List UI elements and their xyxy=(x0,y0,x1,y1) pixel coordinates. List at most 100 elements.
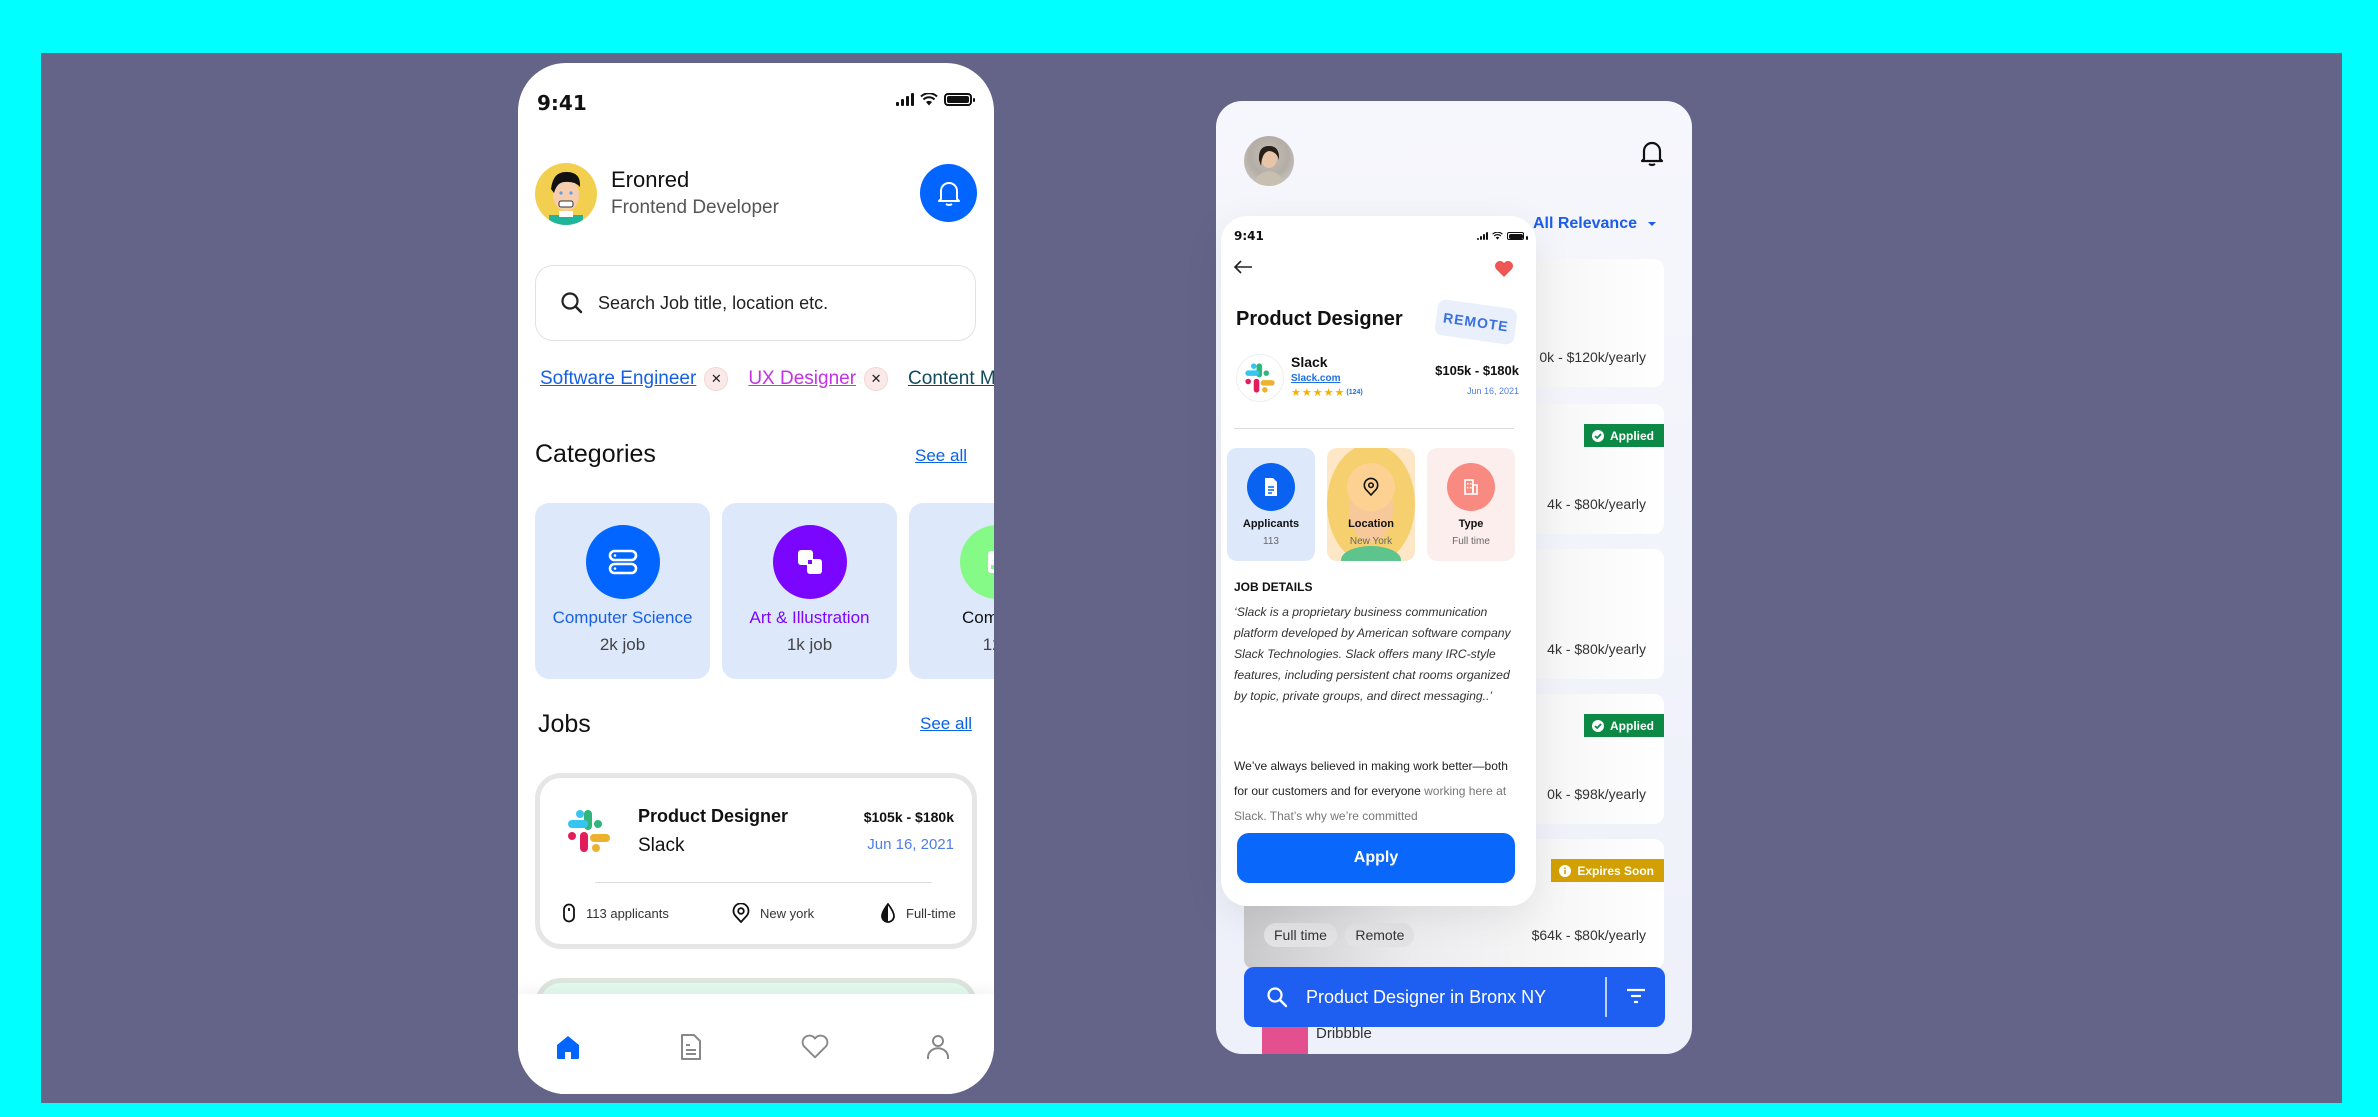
divider xyxy=(1234,428,1514,429)
shapes-icon xyxy=(772,525,847,599)
favorite-heart-icon[interactable] xyxy=(1494,260,1514,278)
notifications-button[interactable] xyxy=(1640,139,1664,172)
rating-stars: ★ ★ ★ ★ ★ (124) xyxy=(1291,386,1363,399)
tab-documents[interactable] xyxy=(676,1032,706,1062)
job-detail-phone: 9:41 Product Designer REMOTE Slack Slack… xyxy=(1221,216,1536,906)
back-arrow-icon[interactable] xyxy=(1233,260,1253,274)
building-icon xyxy=(1447,463,1495,511)
signal-icon xyxy=(1477,232,1488,240)
chip-software-engineer[interactable]: Software Engineer xyxy=(540,368,696,390)
status-icons xyxy=(1477,232,1528,240)
document-icon xyxy=(681,1034,701,1060)
apply-button[interactable]: Apply xyxy=(1237,833,1515,883)
tab-favorites[interactable] xyxy=(800,1032,830,1062)
notifications-button[interactable] xyxy=(920,164,977,222)
user-icon xyxy=(927,1035,949,1059)
job-search-bar[interactable]: Product Designer in Bronx NY xyxy=(1244,967,1665,1027)
caret-down-icon xyxy=(1648,222,1656,226)
chip-content[interactable]: Content M xyxy=(908,368,994,390)
job-salary: 0k - $98k/yearly xyxy=(1547,786,1646,802)
remote-tag: REMOTE xyxy=(1433,298,1519,346)
star-icon: ★ xyxy=(1323,387,1334,399)
check-circle-icon xyxy=(1592,719,1604,732)
close-icon[interactable]: ✕ xyxy=(704,367,729,391)
job-location: New york xyxy=(760,905,815,921)
user-role: Frontend Developer xyxy=(611,197,779,218)
applied-badge: Applied xyxy=(1584,424,1664,447)
job-tags: Full time Remote xyxy=(1264,923,1418,947)
jobs-title: Jobs xyxy=(538,710,591,738)
job-company: Slack xyxy=(638,835,685,856)
user-avatar[interactable] xyxy=(535,163,597,225)
job-salary: $105k - $180k xyxy=(863,809,954,825)
category-count: 12k xyxy=(982,635,994,654)
job-title: Product Designer xyxy=(638,806,789,826)
filter-icon[interactable] xyxy=(1625,987,1647,1005)
wifi-icon xyxy=(1492,232,1503,240)
device-icon xyxy=(959,525,994,599)
bottom-tab-bar xyxy=(518,994,994,1094)
category-name: Computer Science xyxy=(552,608,693,627)
home-icon xyxy=(557,1036,579,1059)
job-type: Full-time xyxy=(906,905,956,921)
company-description: ‘Slack is a proprietary business communi… xyxy=(1234,605,1511,703)
job-card[interactable]: Product Designer Slack $105k - $180k Jun… xyxy=(535,773,977,949)
job-salary: 0k - $120k/yearly xyxy=(1539,349,1646,365)
applicants-count: 113 applicants xyxy=(586,905,669,921)
stat-value: 113 xyxy=(1263,536,1279,547)
category-name: Art & Illustration xyxy=(749,608,870,627)
job-search-input[interactable]: Search Job title, location etc. xyxy=(535,265,976,341)
star-icon: ★ xyxy=(1312,387,1323,399)
status-bar: 9:41 xyxy=(518,63,994,123)
category-card-computer[interactable]: Compute 12k xyxy=(909,503,994,679)
server-icon xyxy=(585,525,660,599)
category-card-computer-science[interactable]: Computer Science 2k job xyxy=(535,503,710,679)
company-website-link[interactable]: Slack.com xyxy=(1291,373,1340,384)
categories-see-all-link[interactable]: See all xyxy=(915,446,967,466)
home-screen-phone: 9:41 Eronred Frontend Developer Search J… xyxy=(518,63,994,1094)
stat-label: Location xyxy=(1348,518,1394,530)
heart-icon xyxy=(801,1034,829,1059)
stat-label: Type xyxy=(1458,518,1484,530)
job-title: Product Designer xyxy=(1236,308,1403,330)
profile-header: Eronred Frontend Developer xyxy=(535,163,977,225)
tab-home[interactable] xyxy=(553,1032,583,1062)
user-name: Eronred xyxy=(611,167,690,192)
tab-profile[interactable] xyxy=(923,1032,953,1062)
company-name: Dribbble xyxy=(1316,1025,1372,1042)
info-icon xyxy=(1559,864,1572,877)
job-salary: $64k - $80k/yearly xyxy=(1531,927,1646,943)
category-card-art-illustration[interactable]: Art & Illustration 1k job xyxy=(722,503,897,679)
battery-icon xyxy=(944,93,975,106)
search-placeholder: Search Job title, location etc. xyxy=(598,292,829,313)
signal-icon xyxy=(896,93,914,106)
chip-ux-designer[interactable]: UX Designer xyxy=(748,368,856,390)
sort-label: All Relevance xyxy=(1532,215,1637,232)
location-pin-icon xyxy=(732,903,750,923)
search-value: Product Designer in Bronx NY xyxy=(1306,986,1547,1007)
stat-tile-applicants: Applicants 113 xyxy=(1227,448,1315,561)
close-icon[interactable]: ✕ xyxy=(864,367,889,391)
status-time: 9:41 xyxy=(1234,229,1264,243)
divider xyxy=(595,882,932,883)
applied-badge: Applied xyxy=(1584,714,1664,737)
job-salary: 4k - $80k/yearly xyxy=(1547,641,1646,657)
star-icon: ★ xyxy=(1301,387,1312,399)
slack-logo-icon xyxy=(1245,363,1275,393)
category-name: Compute xyxy=(962,608,994,627)
location-meta: New york xyxy=(732,903,814,923)
user-photo-avatar[interactable] xyxy=(1244,136,1294,186)
search-icon xyxy=(561,292,583,314)
company-name: Slack xyxy=(1291,354,1328,370)
category-carousel: Computer Science 2k job Art & Illustrati… xyxy=(535,503,994,679)
job-salary: $105k - $180k xyxy=(1435,363,1519,378)
applicants-meta: 113 applicants xyxy=(562,903,669,923)
stat-label: Applicants xyxy=(1242,518,1300,530)
bell-icon xyxy=(1640,141,1664,167)
category-count: 1k job xyxy=(786,635,833,654)
slack-logo-icon xyxy=(568,810,610,852)
job-details-heading: JOB DETAILS xyxy=(1234,580,1313,594)
sort-dropdown[interactable]: All Relevance xyxy=(1533,215,1657,233)
jobs-see-all-link[interactable]: See all xyxy=(920,714,972,734)
type-meta: Full-time xyxy=(880,903,956,923)
